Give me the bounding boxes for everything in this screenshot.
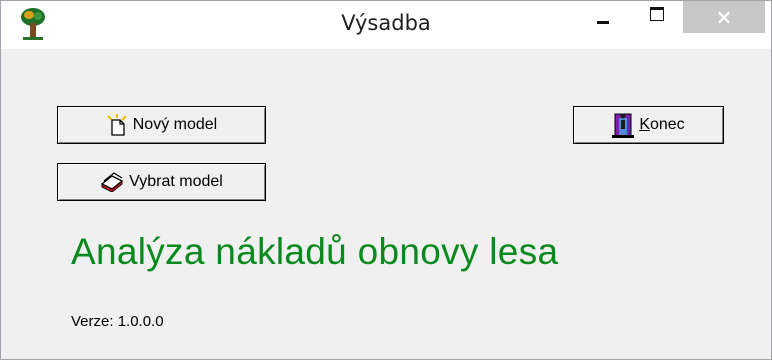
minimize-button[interactable]: [583, 1, 623, 33]
close-button[interactable]: ×: [683, 1, 765, 33]
new-model-label: Nový model: [132, 116, 218, 133]
title-bar[interactable]: Výsadba ×: [1, 1, 771, 49]
open-files-icon: [100, 172, 124, 192]
end-button[interactable]: Konec: [573, 106, 724, 144]
new-model-button[interactable]: Nový model: [57, 106, 266, 144]
end-label: Konec: [639, 116, 684, 134]
main-window: Výsadba × Nový model Vybrat model Konec …: [0, 0, 772, 360]
version-label: Verze: 1.0.0.0: [71, 313, 164, 330]
maximize-button[interactable]: [637, 1, 677, 33]
app-heading: Analýza nákladů obnovy lesa: [71, 231, 559, 272]
minimize-icon: [597, 20, 609, 24]
exit-door-icon: [612, 113, 635, 138]
end-label-accesskey: K: [639, 116, 650, 133]
pick-model-label: Vybrat model: [129, 173, 223, 190]
pick-model-button[interactable]: Vybrat model: [57, 163, 266, 201]
new-document-icon: [107, 114, 127, 136]
close-icon: ×: [715, 5, 733, 29]
maximize-icon: [650, 7, 664, 21]
end-label-rest: onec: [649, 116, 685, 133]
